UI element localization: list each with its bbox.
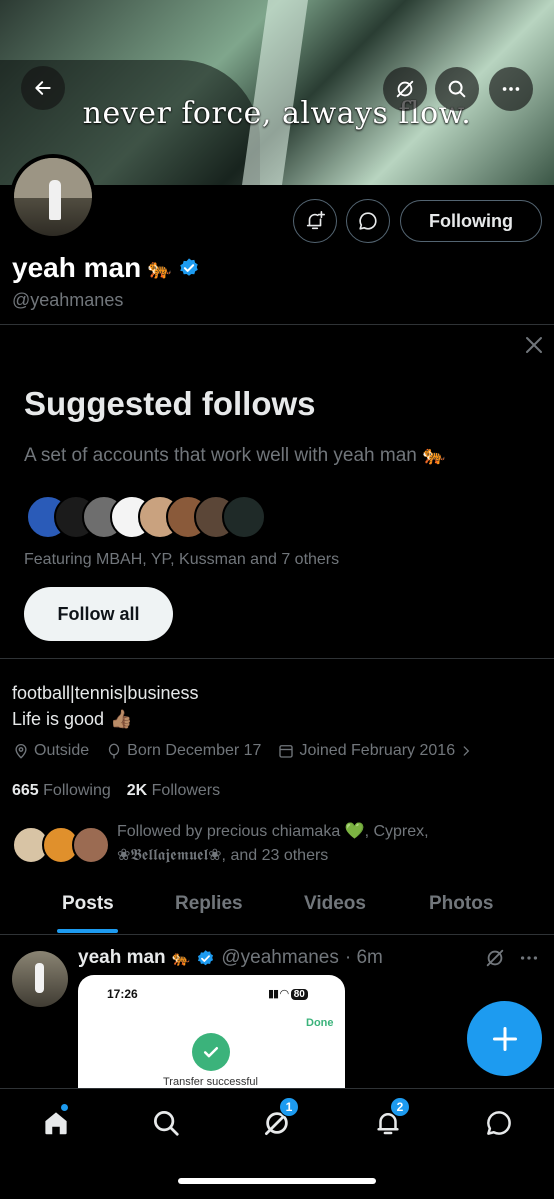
bio-line-2-text: Life is good xyxy=(12,709,105,729)
more-options-button[interactable] xyxy=(489,67,533,111)
joined-text: Joined February 2016 xyxy=(299,742,456,759)
location: Outside xyxy=(12,742,89,760)
compose-button[interactable] xyxy=(467,1001,542,1076)
tiger-emoji: 🐅 xyxy=(147,257,173,280)
follow-stats: 665 Following 2K Followers xyxy=(12,782,220,800)
profile-handle: @yeahmanes xyxy=(12,290,124,310)
tab-videos[interactable]: Videos xyxy=(304,893,366,915)
suggested-avatars[interactable] xyxy=(26,495,286,539)
bio-line-2: Life is good 👍🏽 xyxy=(12,709,133,730)
profile-meta: Outside Born December 17 Joined February… xyxy=(12,742,489,760)
divider xyxy=(0,324,554,325)
profile-name-row: yeah man 🐅 xyxy=(12,252,200,284)
post-grok-button[interactable] xyxy=(484,947,506,974)
grok-icon xyxy=(486,949,504,967)
post-header: yeah man 🐅 @yeahmanes · 6m xyxy=(78,947,383,969)
bio-line-1: football|tennis|business xyxy=(12,683,199,703)
avatar xyxy=(72,826,110,864)
post-image[interactable]: 17:26 ▮▮ ◠ 80 Done Transfer successful xyxy=(78,975,345,1088)
unread-dot xyxy=(60,1103,69,1112)
search-icon xyxy=(448,80,466,98)
followed-by-avatars[interactable] xyxy=(12,826,112,866)
plus-icon xyxy=(492,1026,517,1051)
avatar xyxy=(222,495,266,539)
birthday: Born December 17 xyxy=(105,742,261,760)
active-tab-indicator xyxy=(57,929,118,933)
image-status-icons: ▮▮ ◠ 80 xyxy=(268,987,308,1000)
following-stat[interactable]: 665 Following xyxy=(12,782,111,800)
tab-posts[interactable]: Posts xyxy=(62,893,114,915)
born-text: Born December 17 xyxy=(127,742,262,759)
message-button[interactable] xyxy=(346,199,390,243)
followed-by-text[interactable]: Followed by precious chiamaka 💚, Cyprex,… xyxy=(117,820,537,868)
nav-notifications[interactable]: 2 xyxy=(368,1097,410,1143)
close-suggestions-button[interactable] xyxy=(522,333,546,357)
checkmark-icon xyxy=(192,1033,230,1071)
suggested-title: Suggested follows xyxy=(24,385,316,422)
tiger-emoji: 🐅 xyxy=(171,950,191,967)
back-arrow-icon xyxy=(35,81,51,95)
location-text: Outside xyxy=(34,742,90,759)
tab-photos[interactable]: Photos xyxy=(429,893,493,915)
suggested-subtitle-text: A set of accounts that work well with ye… xyxy=(24,445,417,466)
post-avatar[interactable] xyxy=(12,951,68,1007)
following-label: Following xyxy=(43,782,111,799)
close-icon xyxy=(526,337,542,353)
follow-all-button[interactable]: Follow all xyxy=(24,587,173,641)
back-button[interactable] xyxy=(21,66,65,110)
location-pin-icon xyxy=(15,744,27,759)
divider xyxy=(0,658,554,659)
post-more-button[interactable] xyxy=(518,947,540,974)
tab-replies[interactable]: Replies xyxy=(175,893,243,915)
calendar-icon xyxy=(279,745,294,758)
post-author-name[interactable]: yeah man xyxy=(78,947,166,969)
post-timestamp: · 6m xyxy=(344,947,383,968)
following-button[interactable]: Following xyxy=(400,200,542,242)
nav-messages[interactable] xyxy=(479,1103,519,1143)
more-dots-icon xyxy=(520,956,538,960)
post-author-handle: @yeahmanes xyxy=(221,947,339,968)
image-status-time: 17:26 xyxy=(107,987,138,1001)
bell-plus-icon xyxy=(306,211,325,230)
following-count: 665 xyxy=(12,782,39,799)
featuring-text: Featuring MBAH, YP, Kussman and 7 others xyxy=(24,551,340,568)
nav-grok[interactable]: 1 xyxy=(257,1097,299,1143)
home-icon xyxy=(45,1112,67,1135)
notify-button[interactable] xyxy=(293,199,337,243)
home-indicator xyxy=(178,1178,376,1184)
followers-stat[interactable]: 2K Followers xyxy=(127,782,220,800)
suggested-subtitle: A set of accounts that work well with ye… xyxy=(24,443,446,467)
nav-search[interactable] xyxy=(146,1103,186,1143)
image-caption: Transfer successful xyxy=(163,1076,258,1088)
nav-home[interactable] xyxy=(36,1103,76,1143)
profile-name: yeah man xyxy=(12,252,142,283)
followers-count: 2K xyxy=(126,782,148,799)
message-bubble-icon xyxy=(359,212,377,230)
profile-avatar[interactable] xyxy=(10,154,96,240)
image-done-label: Done xyxy=(306,1017,334,1029)
followed-by-line-2: ❀𝕭𝖊𝖑𝖑𝖆𝖏𝖊𝖒𝖚𝖊𝖑❀, and 23 others xyxy=(117,847,329,864)
search-button[interactable] xyxy=(435,67,479,111)
chevron-right-icon xyxy=(463,746,470,756)
followers-label: Followers xyxy=(151,782,221,799)
tiger-emoji: 🐅 xyxy=(422,445,446,466)
balloon-icon xyxy=(108,743,120,759)
joined-date[interactable]: Joined February 2016 xyxy=(277,742,473,760)
verified-badge-icon xyxy=(180,258,198,276)
verified-badge-icon xyxy=(198,949,214,965)
battery-level: 80 xyxy=(290,989,308,1000)
divider xyxy=(0,934,554,935)
more-dots-icon xyxy=(502,87,520,91)
followed-by-line-1: Followed by precious chiamaka 💚, Cyprex, xyxy=(117,823,429,840)
notifications-badge: 2 xyxy=(390,1097,410,1117)
message-bubble-icon xyxy=(487,1111,511,1135)
grok-button[interactable] xyxy=(383,67,427,111)
search-icon xyxy=(154,1111,179,1136)
grok-icon xyxy=(396,80,414,98)
thumbs-up-emoji: 👍🏽 xyxy=(110,709,133,729)
grok-badge: 1 xyxy=(279,1097,299,1117)
